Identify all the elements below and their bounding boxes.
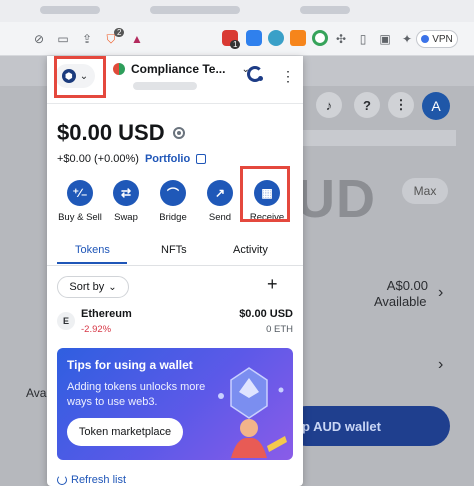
external-link-icon[interactable]: [196, 154, 207, 164]
swap-icon: ⇄: [113, 180, 139, 206]
tab-tokens[interactable]: Tokens: [75, 244, 110, 256]
background-amount-text: UD: [296, 169, 376, 229]
extensions-puzzle-icon[interactable]: ✣: [332, 30, 350, 48]
sidebar-icon[interactable]: ▯: [354, 30, 372, 48]
ethereum-icon: E: [57, 312, 75, 330]
buy-sell-icon: ⁺∕₋: [67, 180, 93, 206]
background-wallet-button[interactable]: p AUD wallet: [286, 406, 450, 446]
browser-toolbar: ⊘ ▭ ⇪ ⛉ 2 ▲ 1 ✣ ▯ ▣ ✦ VPN: [0, 22, 474, 56]
wallet-popup: ⬢ ⌄ Compliance Te... ⌄ ⋮ $0.00 USD +$0.0…: [47, 56, 303, 486]
account-avatar: [113, 63, 125, 75]
change-value: +$0.00 (+0.00%): [57, 153, 139, 165]
action-label: Swap: [114, 212, 138, 223]
wallet-illustration: [218, 367, 287, 458]
receive-button-highlight: [240, 166, 290, 222]
blurred-tab[interactable]: [40, 6, 100, 14]
share-icon[interactable]: ⇪: [78, 30, 96, 48]
extension-sun-icon[interactable]: [268, 30, 284, 46]
avatar[interactable]: A: [422, 92, 450, 120]
account-address[interactable]: [133, 82, 197, 90]
action-label: Send: [208, 212, 232, 223]
bridge-button[interactable]: ⌒ Bridge: [148, 180, 198, 223]
extension-badge: 1: [230, 40, 241, 49]
token-marketplace-button[interactable]: Token marketplace: [67, 418, 183, 446]
send-button[interactable]: ↗ Send: [195, 180, 245, 223]
action-label: Buy & Sell: [58, 212, 102, 223]
refresh-icon: [57, 475, 67, 485]
asset-tabs: Tokens NFTs Activity: [47, 240, 303, 266]
more-options-icon[interactable]: ⋮: [281, 68, 295, 85]
metamask-fox-icon[interactable]: [290, 30, 306, 46]
portfolio-link[interactable]: Portfolio: [145, 153, 190, 165]
token-change: -2.92%: [81, 324, 112, 335]
add-token-icon[interactable]: +: [267, 274, 278, 295]
brave-rewards-icon[interactable]: ▲: [128, 30, 146, 48]
blurred-tab[interactable]: [150, 6, 240, 14]
chevron-right-icon[interactable]: ›: [438, 356, 443, 374]
tab-nfts[interactable]: NFTs: [161, 244, 187, 256]
tab-activity[interactable]: Activity: [233, 244, 268, 256]
buy-sell-button[interactable]: ⁺∕₋ Buy & Sell: [55, 180, 105, 223]
no-translate-icon[interactable]: ⊘: [30, 30, 48, 48]
leo-ai-icon[interactable]: ✦: [398, 30, 416, 48]
token-row[interactable]: E Ethereum -2.92% $0.00 USD 0 ETH: [57, 306, 293, 338]
blurred-tab[interactable]: [300, 6, 350, 14]
refresh-list-link[interactable]: Refresh list: [57, 474, 126, 486]
apps-grid-icon[interactable]: ⋮: [388, 92, 414, 118]
cast-icon[interactable]: ▭: [54, 30, 72, 48]
balance-change: +$0.00 (+0.00%) Portfolio: [57, 153, 207, 165]
background-divider: [296, 130, 456, 146]
bridge-icon: ⌒: [160, 180, 186, 206]
background-available-label: Available: [374, 294, 427, 309]
token-balance: 0 ETH: [266, 324, 293, 335]
extension-green-icon[interactable]: [312, 30, 328, 46]
active-tab-indicator: [57, 262, 127, 264]
vpn-icon: [421, 35, 430, 43]
action-label: Bridge: [159, 212, 187, 223]
total-balance: $0.00 USD: [57, 120, 185, 146]
browser-tab-strip: [0, 0, 474, 22]
background-available-partial: Ava: [26, 386, 47, 400]
chevron-right-icon[interactable]: ›: [438, 284, 443, 302]
account-picker[interactable]: Compliance Te... ⌄: [113, 62, 250, 76]
help-icon[interactable]: ?: [354, 92, 380, 118]
swap-button[interactable]: ⇄ Swap: [101, 180, 151, 223]
balance-value: $0.00 USD: [57, 120, 165, 145]
connection-dot: [258, 76, 263, 81]
extension-blue-icon[interactable]: [246, 30, 262, 46]
refresh-label: Refresh list: [71, 474, 127, 486]
background-available-amount: A$0.00: [386, 278, 428, 293]
tips-body: Adding tokens unlocks more ways to use w…: [67, 381, 206, 408]
tips-card: Tips for using a wallet Adding tokens un…: [57, 348, 293, 460]
notification-bell-icon[interactable]: ♪: [316, 92, 342, 118]
brave-badge: 2: [114, 28, 125, 37]
vpn-button[interactable]: VPN: [416, 30, 458, 48]
token-name: Ethereum: [81, 308, 132, 320]
account-name: Compliance Te...: [131, 62, 226, 76]
network-picker-highlight: [54, 56, 106, 98]
vpn-label: VPN: [432, 33, 453, 45]
sort-by-button[interactable]: Sort by ⌄: [57, 276, 129, 298]
send-icon: ↗: [207, 180, 233, 206]
eye-icon[interactable]: [172, 127, 185, 139]
chevron-down-icon: ⌄: [108, 281, 117, 293]
sort-label: Sort by: [69, 281, 105, 293]
max-button[interactable]: Max: [402, 178, 448, 204]
wallet-icon[interactable]: ▣: [376, 30, 394, 48]
tips-title: Tips for using a wallet: [67, 358, 193, 372]
token-usd-value: $0.00 USD: [239, 308, 293, 320]
